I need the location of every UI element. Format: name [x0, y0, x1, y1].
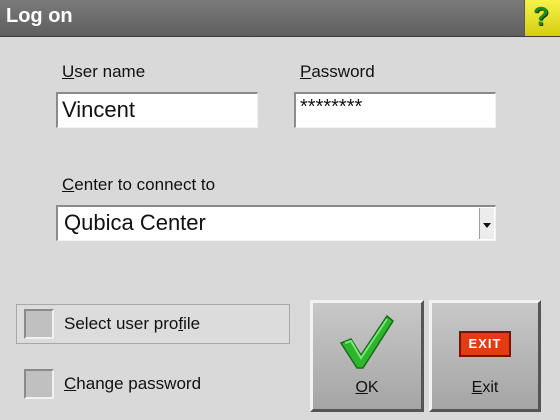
- ok-label: OK: [355, 379, 379, 396]
- title-bar: Log on ?: [0, 0, 560, 37]
- password-value: ********: [300, 96, 363, 118]
- password-field[interactable]: ********: [294, 92, 496, 128]
- help-icon: ?: [533, 1, 549, 31]
- select-user-profile-checkbox[interactable]: [24, 309, 54, 339]
- username-value: Vincent: [62, 97, 135, 122]
- window-title: Log on: [6, 5, 73, 27]
- help-button[interactable]: ?: [524, 0, 560, 36]
- select-user-profile-label[interactable]: Select user profile: [64, 314, 200, 334]
- change-password-checkbox[interactable]: [24, 369, 54, 399]
- username-label: User name: [62, 62, 146, 81]
- center-value: Qubica Center: [64, 210, 206, 235]
- center-label: Center to connect to: [62, 175, 216, 194]
- exit-sign-icon: EXIT: [459, 331, 511, 357]
- center-dropdown[interactable]: Qubica Center: [56, 205, 496, 241]
- password-label: Password: [300, 62, 375, 81]
- dropdown-toggle[interactable]: [479, 208, 494, 239]
- username-field[interactable]: Vincent: [56, 92, 258, 128]
- change-password-label[interactable]: Change password: [64, 374, 201, 394]
- exit-label: Exit: [471, 379, 499, 396]
- ok-button[interactable]: OK: [310, 300, 424, 412]
- checkmark-icon: [339, 314, 394, 369]
- chevron-down-icon: [483, 223, 491, 228]
- exit-button[interactable]: EXIT Exit: [429, 300, 541, 412]
